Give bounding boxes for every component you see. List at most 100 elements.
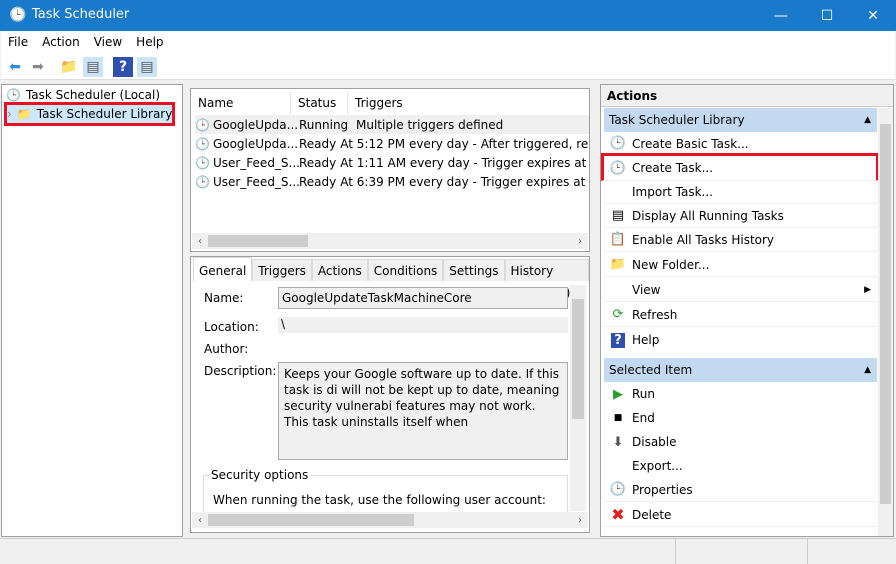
- action-export[interactable]: Export...: [604, 454, 877, 478]
- action-label: Delete: [632, 507, 672, 522]
- table-row[interactable]: 🕒 User_Feed_S... Ready At 1:11 AM every day…: [195, 153, 589, 172]
- task-clock-icon: 🕒: [195, 136, 210, 151]
- scrollbar-thumb[interactable]: [880, 124, 891, 504]
- window-title: Task Scheduler: [32, 7, 130, 22]
- tab-triggers[interactable]: Triggers: [252, 259, 312, 281]
- action-enable-history[interactable]: 📋 Enable All Tasks History: [604, 228, 877, 252]
- scrollbar-thumb[interactable]: [208, 514, 414, 526]
- tab-history[interactable]: History (disabled): [504, 259, 589, 300]
- horizontal-scrollbar[interactable]: ‹ ›: [192, 512, 588, 528]
- action-label: Enable All Tasks History: [632, 232, 775, 247]
- action-new-folder[interactable]: 📁 New Folder...: [604, 253, 877, 277]
- action-create-task[interactable]: 🕒 Create Task...: [601, 153, 879, 181]
- vertical-scrollbar[interactable]: [570, 285, 586, 511]
- minimize-button[interactable]: —: [758, 0, 804, 31]
- help-icon: ?: [611, 332, 625, 348]
- title-bar: 🕒 Task Scheduler — ☐ ✕: [0, 0, 896, 31]
- scroll-right-icon[interactable]: ›: [572, 515, 588, 526]
- scroll-left-icon[interactable]: ‹: [192, 515, 208, 526]
- table-row[interactable]: 🕒 GoogleUpda... Ready At 5:12 PM every day …: [195, 134, 589, 153]
- task-clock-icon: 🕒: [195, 174, 210, 189]
- tree-root-label: Task Scheduler (Local): [25, 88, 161, 102]
- action-display-running-tasks[interactable]: ▤ Display All Running Tasks: [604, 204, 877, 228]
- tab-general[interactable]: General: [193, 257, 253, 281]
- action-delete[interactable]: ✖ Delete: [604, 503, 877, 527]
- details-tabs: General Triggers Actions Conditions Sett…: [193, 257, 589, 300]
- column-header-status[interactable]: Status: [291, 92, 348, 114]
- task-name: User_Feed_S...: [212, 155, 300, 170]
- delete-icon: ✖: [611, 505, 625, 524]
- menu-file[interactable]: File: [1, 35, 35, 49]
- horizontal-scrollbar[interactable]: ‹ ›: [192, 233, 588, 249]
- task-clock-icon: 🕒: [195, 155, 210, 170]
- action-label: End: [632, 411, 655, 425]
- action-view[interactable]: View ▶: [604, 278, 877, 302]
- action-properties[interactable]: 🕒 Properties: [604, 478, 877, 502]
- tab-settings[interactable]: Settings: [443, 259, 505, 281]
- action-label: View: [632, 282, 661, 297]
- action-help[interactable]: ? Help: [604, 328, 877, 352]
- column-header-triggers[interactable]: Triggers: [348, 92, 589, 114]
- action-label: New Folder...: [632, 257, 710, 272]
- action-label: Refresh: [632, 307, 678, 322]
- collapse-icon[interactable]: ▲: [864, 358, 871, 382]
- task-name: GoogleUpda...: [212, 136, 299, 151]
- collapse-icon[interactable]: ▲: [864, 108, 871, 132]
- create-basic-task-icon: 🕒: [609, 136, 627, 151]
- task-name: GoogleUpda...: [212, 117, 299, 132]
- action-label: Create Task...: [632, 161, 714, 175]
- scrollbar-thumb[interactable]: [208, 235, 308, 247]
- menu-help[interactable]: Help: [129, 35, 170, 49]
- scroll-left-icon[interactable]: ‹: [192, 236, 208, 247]
- help-icon[interactable]: ?: [113, 57, 133, 77]
- task-clock-icon: 🕒: [195, 117, 210, 132]
- disable-arrow-icon: ⬇: [612, 434, 624, 450]
- scrollbar-thumb[interactable]: [572, 299, 584, 419]
- clock-icon: 🕒: [9, 7, 27, 23]
- task-status: Ready: [299, 174, 337, 189]
- action-label: Create Basic Task...: [632, 136, 749, 151]
- task-name: User_Feed_S...: [212, 174, 300, 189]
- action-disable[interactable]: ⬇ Disable: [604, 430, 877, 454]
- action-run[interactable]: ▶ Run: [604, 382, 877, 406]
- tab-actions[interactable]: Actions: [311, 259, 368, 281]
- show-hide-tree-icon[interactable]: ▤: [83, 57, 103, 77]
- column-header-name[interactable]: Name: [191, 92, 291, 114]
- status-divider: [807, 539, 808, 564]
- scroll-right-icon[interactable]: ›: [572, 236, 588, 247]
- vertical-scrollbar[interactable]: [878, 108, 893, 536]
- menu-bar: File Action View Help: [1, 31, 895, 53]
- tab-conditions[interactable]: Conditions: [367, 259, 444, 281]
- run-icon: ▶: [613, 386, 623, 402]
- show-hide-action-pane-icon[interactable]: ▤: [137, 57, 157, 77]
- location-value: \: [278, 317, 568, 333]
- maximize-button[interactable]: ☐: [804, 0, 850, 31]
- table-row[interactable]: 🕒 GoogleUpda... Running Multiple triggers d…: [195, 115, 589, 134]
- action-refresh[interactable]: ⟳ Refresh: [604, 303, 877, 327]
- action-label: Properties: [632, 482, 693, 497]
- up-folder-icon[interactable]: 📁: [59, 57, 79, 77]
- section-task-scheduler-library[interactable]: Task Scheduler Library ▲: [604, 108, 877, 132]
- security-user-account-text: When running the task, use the following…: [213, 493, 546, 507]
- menu-view[interactable]: View: [87, 35, 129, 49]
- menu-action[interactable]: Action: [35, 35, 87, 49]
- action-label: Run: [632, 387, 656, 401]
- description-field[interactable]: Keeps your Google software up to date. I…: [278, 362, 568, 460]
- close-button[interactable]: ✕: [850, 0, 896, 31]
- security-options-title: Security options: [209, 468, 311, 482]
- expand-chevron-icon[interactable]: ›: [7, 107, 12, 121]
- task-details: General Triggers Actions Conditions Sett…: [190, 256, 590, 533]
- tree-item-library[interactable]: › 📁 Task Scheduler Library: [4, 102, 175, 126]
- section-selected-item[interactable]: Selected Item ▲: [604, 358, 877, 382]
- table-row[interactable]: 🕒 User_Feed_S... Ready At 6:39 PM every day…: [195, 172, 589, 191]
- action-import-task[interactable]: Import Task...: [604, 180, 877, 204]
- back-icon[interactable]: ⬅: [5, 57, 25, 77]
- submenu-arrow-icon: ▶: [864, 284, 871, 295]
- new-folder-icon: 📁: [609, 257, 627, 272]
- section-title: Task Scheduler Library: [609, 113, 745, 127]
- create-task-icon: 🕒: [609, 160, 627, 176]
- task-triggers: At 1:11 AM every day - Trigger expires a…: [340, 155, 589, 170]
- name-field[interactable]: GoogleUpdateTaskMachineCore: [278, 287, 568, 309]
- action-end[interactable]: ■ End: [604, 406, 877, 430]
- forward-icon[interactable]: ➡: [28, 57, 48, 77]
